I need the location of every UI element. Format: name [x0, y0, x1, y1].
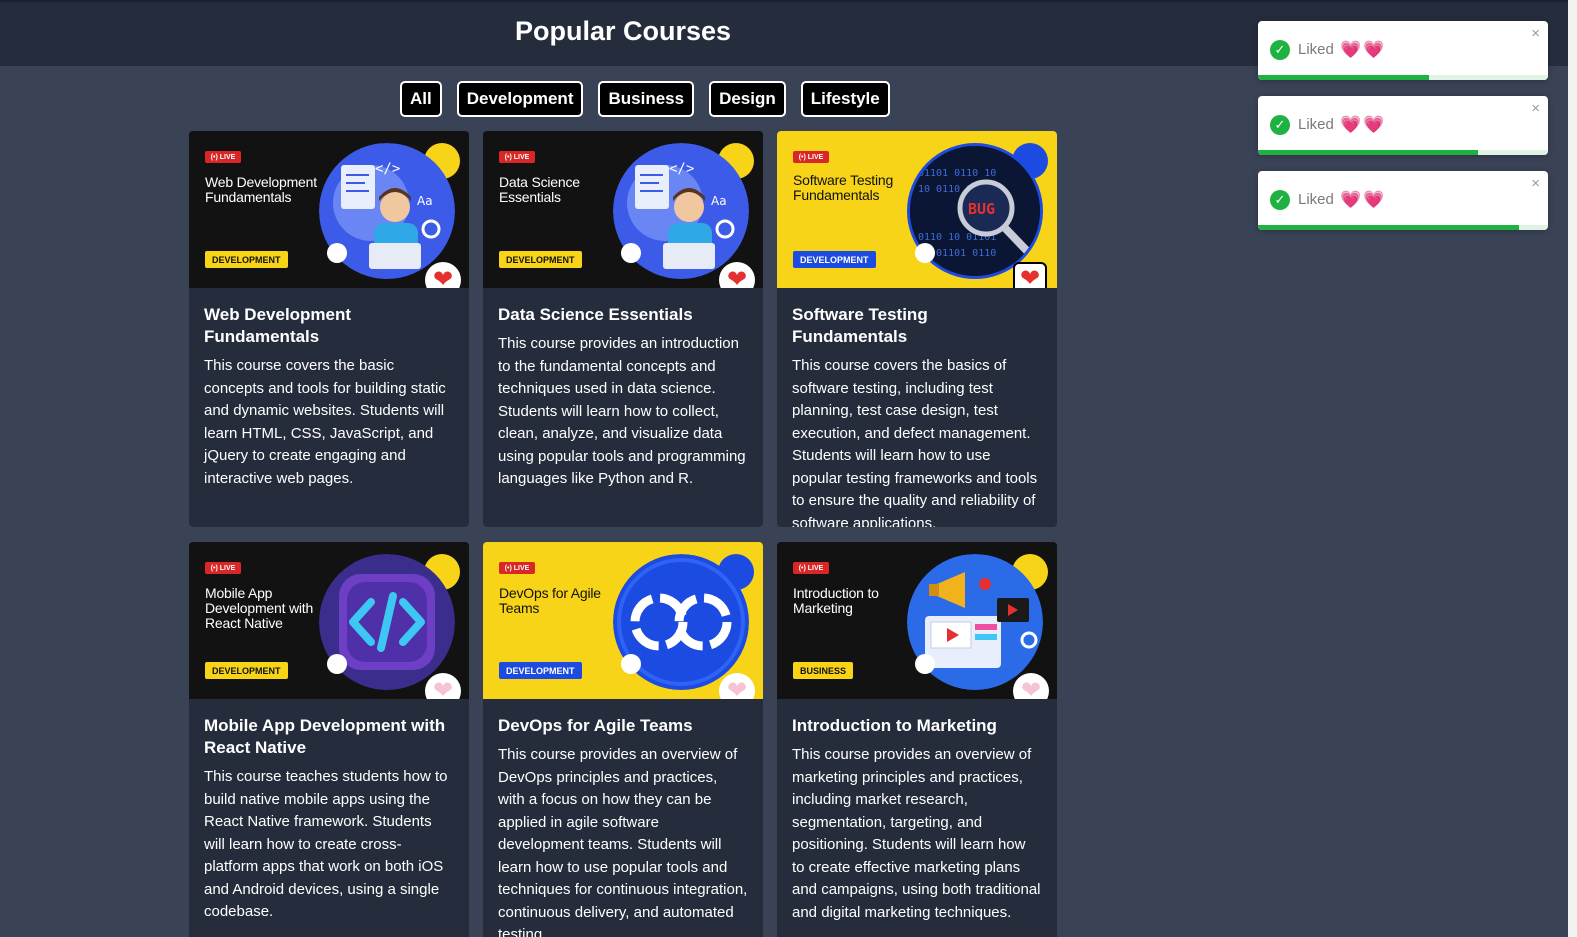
live-badge: (•) LIVE	[205, 562, 241, 574]
course-card[interactable]: (•) LIVE Web Development Fundamentals DE…	[189, 131, 469, 527]
check-circle-icon: ✓	[1270, 115, 1290, 135]
svg-text:Aa: Aa	[711, 194, 727, 208]
course-description: This course provides an overview of DevO…	[498, 746, 748, 937]
course-thumbnail: (•) LIVE DevOps for Agile Teams DEVELOPM…	[483, 542, 763, 699]
course-description: This course teaches students how to buil…	[204, 768, 448, 920]
course-card-body: Web Development Fundamentals This course…	[189, 288, 469, 504]
course-card-body: Software Testing Fundamentals This cours…	[777, 288, 1057, 527]
like-button[interactable]: ❤	[425, 262, 461, 288]
like-button[interactable]: ❤	[719, 673, 755, 699]
course-title: Introduction to Marketing	[792, 716, 997, 735]
filter-lifestyle-button[interactable]: Lifestyle	[800, 81, 890, 117]
check-circle-icon: ✓	[1270, 40, 1290, 60]
thumbnail-title: Mobile App Development with React Native	[205, 585, 314, 631]
course-thumbnail: (•) LIVE Data Science Essentials DEVELOP…	[483, 131, 763, 288]
thumbnail-title: Introduction to Marketing	[793, 585, 879, 616]
course-card-body: Data Science Essentials This course prov…	[483, 288, 763, 505]
course-card[interactable]: (•) LIVE DevOps for Agile Teams DEVELOPM…	[483, 542, 763, 937]
course-card-body: Introduction to Marketing This course pr…	[777, 699, 1057, 937]
course-description: This course covers the basic concepts an…	[204, 357, 446, 487]
decor-dot-icon	[621, 243, 641, 263]
course-card-body: Mobile App Development with React Native…	[189, 699, 469, 937]
filter-design-button[interactable]: Design	[709, 81, 786, 117]
toast-message: Liked	[1298, 41, 1334, 58]
page-title: Popular Courses	[514, 16, 732, 46]
filter-business-button[interactable]: Business	[598, 81, 695, 117]
toast-progress-bar	[1258, 150, 1479, 155]
course-description: This course provides an introduction to …	[498, 335, 746, 487]
heart-icon: ❤	[432, 266, 454, 289]
thumbnail-title: DevOps for Agile Teams	[499, 585, 601, 616]
category-tag: DEVELOPMENT	[499, 251, 582, 268]
heart-icon: ❤	[1020, 677, 1042, 700]
heart-icon: ❤	[432, 677, 454, 700]
decor-dot-icon	[327, 654, 347, 674]
live-badge: (•) LIVE	[793, 562, 829, 574]
toast-notification: ✓ Liked 💗💗 ×	[1258, 171, 1548, 230]
heart-icon: ❤	[726, 677, 748, 700]
decor-dot-icon	[915, 243, 935, 263]
pink-hearts-icon: 💗💗	[1340, 115, 1387, 134]
decor-dot-icon	[327, 243, 347, 263]
course-description: This course covers the basics of softwar…	[792, 357, 1038, 527]
like-button[interactable]: ❤	[425, 673, 461, 699]
toast-notification: ✓ Liked 💗💗 ×	[1258, 96, 1548, 155]
course-title: Web Development Fundamentals	[204, 305, 352, 346]
course-thumbnail: (•) LIVE Web Development Fundamentals DE…	[189, 131, 469, 288]
course-thumbnail: (•) LIVE Mobile App Development with Rea…	[189, 542, 469, 699]
category-tag: BUSINESS	[793, 662, 854, 679]
scrollbar-track[interactable]	[1568, 0, 1577, 937]
course-title: Data Science Essentials	[498, 305, 693, 324]
thumbnail-title: Data Science Essentials	[499, 174, 580, 205]
like-button[interactable]: ❤	[1013, 673, 1049, 699]
course-title: Software Testing Fundamentals	[792, 305, 928, 346]
course-card[interactable]: (•) LIVE Introduction to Marketing BUSIN…	[777, 542, 1057, 937]
course-card[interactable]: (•) LIVE Software Testing Fundamentals D…	[777, 131, 1057, 527]
toast-progress-bar	[1258, 75, 1430, 80]
course-title: DevOps for Agile Teams	[498, 716, 693, 735]
course-thumbnail: (•) LIVE Software Testing Fundamentals D…	[777, 131, 1057, 288]
thumbnail-title: Web Development Fundamentals	[205, 174, 317, 205]
heart-icon: ❤	[726, 266, 748, 289]
decor-dot-icon	[915, 654, 935, 674]
toast-notification: ✓ Liked 💗💗 ×	[1258, 21, 1548, 80]
live-badge: (•) LIVE	[205, 151, 241, 163]
category-tag: DEVELOPMENT	[205, 662, 288, 679]
pink-hearts-icon: 💗💗	[1340, 40, 1387, 59]
category-tag: DEVELOPMENT	[793, 251, 876, 268]
toast-progress-bar	[1258, 225, 1519, 230]
toast-message: Liked	[1298, 191, 1334, 208]
course-card[interactable]: (•) LIVE Mobile App Development with Rea…	[189, 542, 469, 937]
filter-development-button[interactable]: Development	[456, 81, 584, 117]
category-tag: DEVELOPMENT	[205, 251, 288, 268]
check-circle-icon: ✓	[1270, 190, 1290, 210]
bug-label: BUG	[968, 200, 995, 218]
close-icon[interactable]: ×	[1531, 175, 1540, 192]
thumbnail-title: Software Testing Fundamentals	[793, 172, 894, 203]
course-thumbnail: (•) LIVE Introduction to Marketing BUSIN…	[777, 542, 1057, 699]
course-card[interactable]: (•) LIVE Data Science Essentials DEVELOP…	[483, 131, 763, 527]
toast-message: Liked	[1298, 116, 1334, 133]
live-badge: (•) LIVE	[499, 151, 535, 163]
svg-text:01101 0110 10: 01101 0110 10	[918, 168, 996, 179]
svg-text:Aa: Aa	[417, 194, 433, 208]
filter-all-button[interactable]: All	[400, 81, 442, 117]
course-description: This course provides an overview of mark…	[792, 746, 1041, 921]
course-card-body: DevOps for Agile Teams This course provi…	[483, 699, 763, 937]
like-button[interactable]: ❤	[1013, 262, 1047, 288]
svg-text:</>: </>	[375, 161, 400, 177]
like-button[interactable]: ❤	[719, 262, 755, 288]
category-tag: DEVELOPMENT	[499, 662, 582, 679]
decor-dot-icon	[621, 654, 641, 674]
category-filter-bar: All Development Business Design Lifestyl…	[400, 81, 890, 117]
close-icon[interactable]: ×	[1531, 25, 1540, 42]
live-badge: (•) LIVE	[499, 562, 535, 574]
heart-icon: ❤	[1019, 265, 1041, 289]
svg-text:</>: </>	[669, 161, 694, 177]
course-title: Mobile App Development with React Native	[204, 716, 446, 757]
live-badge: (•) LIVE	[793, 151, 829, 163]
pink-hearts-icon: 💗💗	[1340, 190, 1387, 209]
close-icon[interactable]: ×	[1531, 100, 1540, 117]
